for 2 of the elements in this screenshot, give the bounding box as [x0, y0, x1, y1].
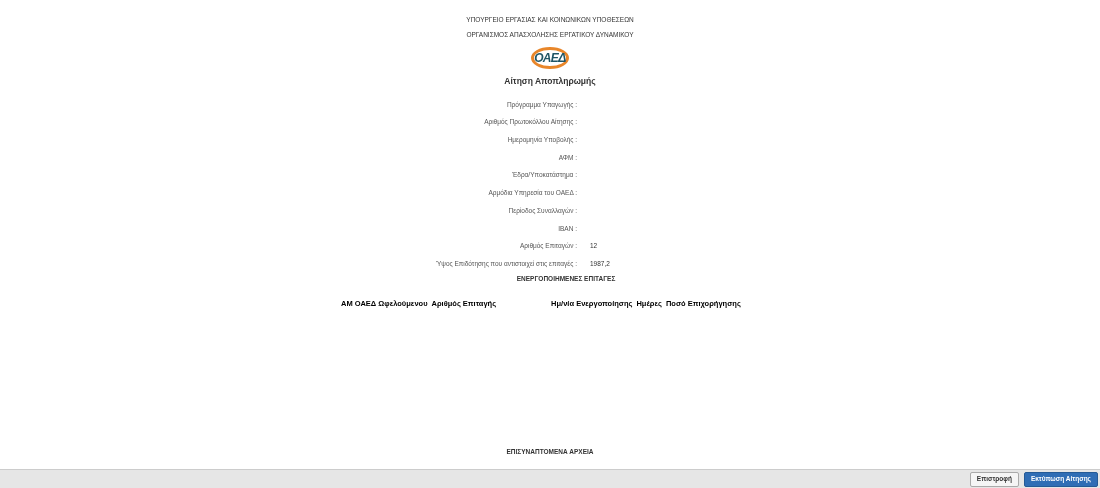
page-title: Αίτηση Αποπληρωμής	[504, 75, 596, 88]
logo: ΟΑΕΔ	[531, 47, 569, 69]
